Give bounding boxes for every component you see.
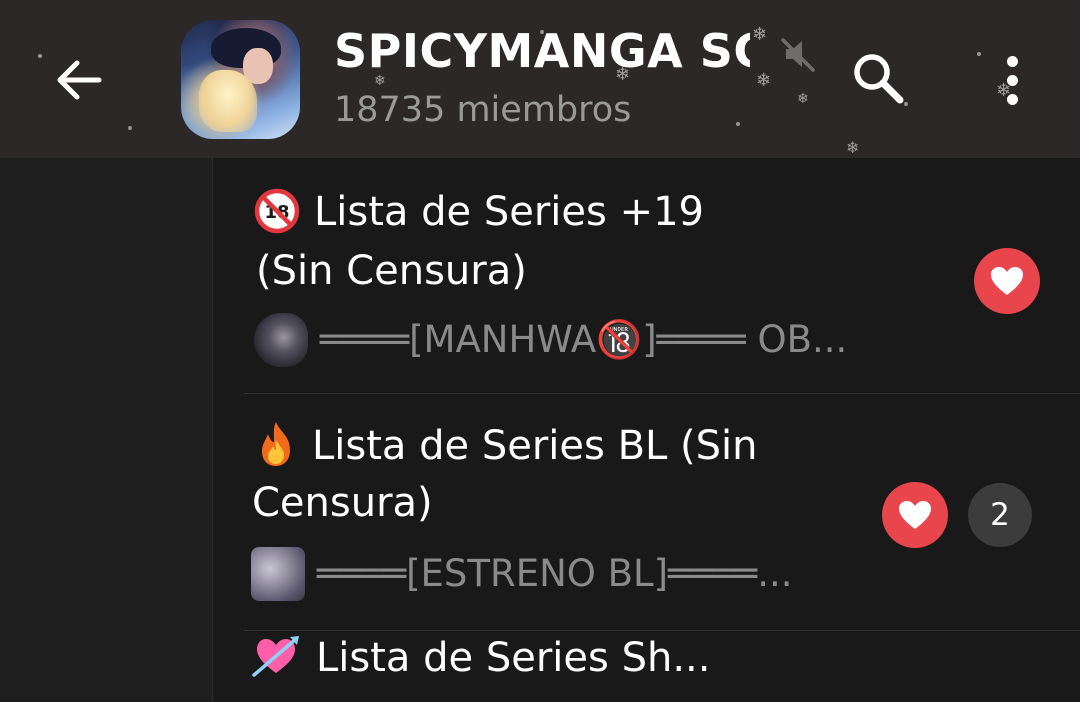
- reaction-badge[interactable]: [974, 248, 1040, 314]
- preview-text: ════[MANHWA🔞]════ OB...: [320, 318, 848, 361]
- snowflake-decoration: ❄: [756, 70, 772, 91]
- group-title[interactable]: SPICYMANGA SCA: [334, 22, 750, 80]
- snow-dot: [736, 122, 740, 126]
- topic-title: Lista de Series BL (Sin: [254, 418, 758, 474]
- topic-row[interactable]: Lista de Series BL (Sin Censura) ════[ES…: [214, 394, 1080, 631]
- topic-title-line1: Lista de Series Sh...: [316, 635, 711, 681]
- topic-list: 18 Lista de Series +19 (Sin Censura) ═══…: [214, 158, 1080, 702]
- avatar-art: [199, 70, 257, 132]
- preview-text: ════[ESTRENO BL]════...: [317, 552, 793, 595]
- fire-emoji: [262, 422, 290, 466]
- heart-icon: [899, 501, 931, 529]
- preview-thumbnail: [254, 313, 308, 367]
- topic-title-line1: Lista de Series BL (Sin: [312, 423, 758, 469]
- more-vertical-icon: [1006, 74, 1018, 86]
- no-under-18-emoji: 18: [254, 188, 300, 234]
- snow-dot: [128, 126, 132, 130]
- search-icon[interactable]: [846, 48, 910, 112]
- more-options-button[interactable]: [990, 50, 1034, 110]
- side-panel: [0, 158, 213, 702]
- heart-icon: [991, 267, 1023, 295]
- topic-title: (Sin Censura): [256, 248, 527, 294]
- topic-title: Lista de Series Sh...: [252, 630, 710, 686]
- snowflake-decoration: ❄: [752, 24, 768, 45]
- topic-preview: ════[ESTRENO BL]════...: [251, 546, 792, 602]
- member-count: 18735 miembros: [334, 90, 632, 130]
- group-avatar[interactable]: [181, 20, 300, 139]
- snow-dot: [38, 54, 42, 58]
- snow-dot: [977, 52, 981, 56]
- topic-title: Censura): [252, 480, 433, 526]
- more-vertical-icon: [1006, 55, 1018, 67]
- chat-header: ❄ ❄ ❄ ❄ ❄ ❄ ❄ SPICYMANGA SCA 18735 miemb…: [0, 0, 1080, 158]
- preview-thumbnail: [251, 547, 305, 601]
- more-vertical-icon: [1006, 93, 1018, 105]
- topic-title-line1: Lista de Series +19: [314, 189, 704, 235]
- unread-count-badge: 2: [968, 483, 1032, 547]
- topic-row[interactable]: 18 Lista de Series +19 (Sin Censura) ═══…: [214, 158, 1080, 394]
- snowflake-decoration: ❄: [797, 91, 809, 107]
- reaction-badge[interactable]: [882, 482, 948, 548]
- topic-preview: ════[MANHWA🔞]════ OB...: [254, 312, 847, 368]
- arrow-left-icon: [57, 60, 102, 100]
- muted-speaker-icon: [781, 38, 815, 72]
- topic-title: 18 Lista de Series +19: [254, 184, 704, 240]
- topic-row[interactable]: Lista de Series Sh...: [214, 632, 1080, 702]
- heart-with-arrow-emoji: [252, 636, 299, 677]
- snowflake-decoration: ❄: [846, 138, 860, 157]
- back-button[interactable]: [48, 50, 108, 110]
